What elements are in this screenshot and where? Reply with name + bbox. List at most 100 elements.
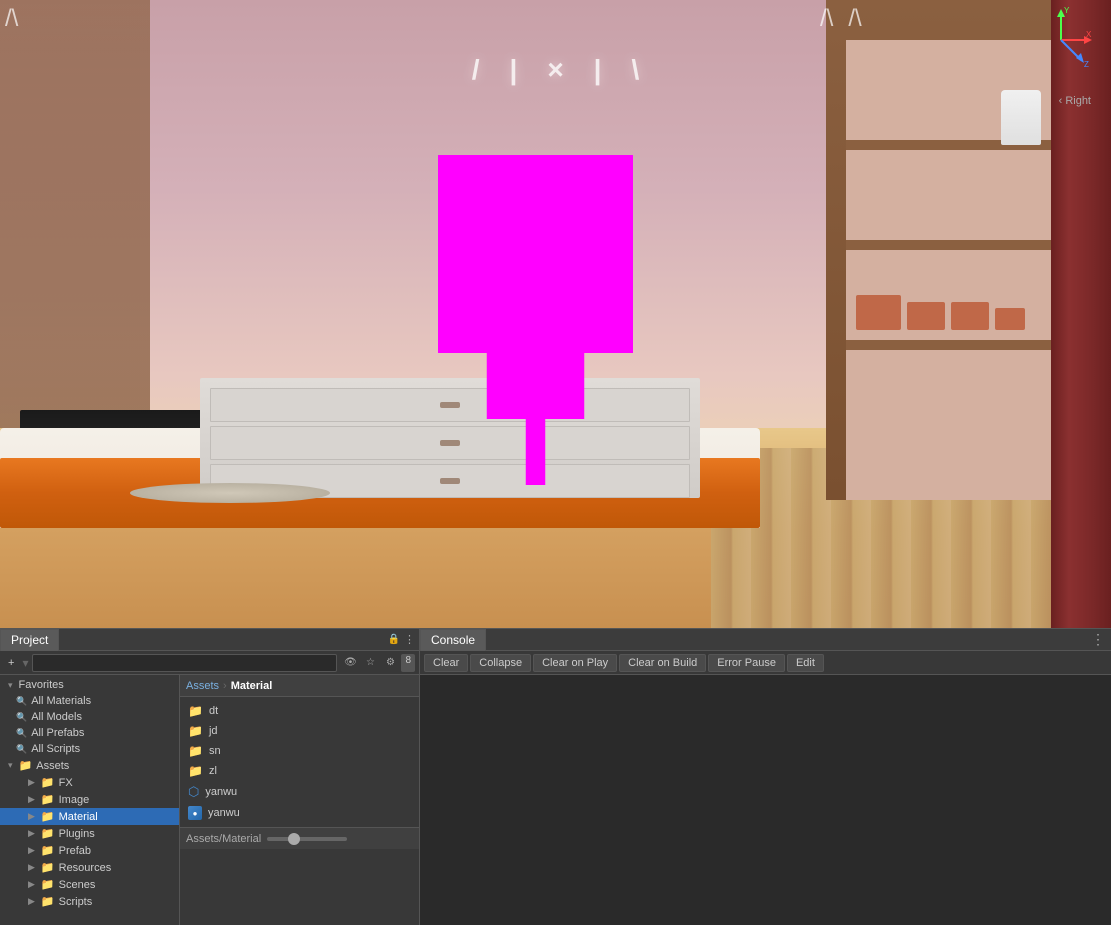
toolbar-icons: 👁 ☆ ⚙ 8 xyxy=(341,654,415,672)
resources-arrow: ▶ xyxy=(28,862,35,873)
files-footer: Assets/Material xyxy=(180,827,419,849)
light-sym-topleft: /\ xyxy=(5,5,18,33)
tree-plugins[interactable]: ▶ 📁 Plugins xyxy=(0,825,179,842)
favorites-arrow: ▾ xyxy=(8,680,13,691)
scene-viewport[interactable]: / | × | \ /\ /\ /\ Y X xyxy=(0,0,1111,628)
plugins-arrow: ▶ xyxy=(28,828,35,839)
assets-folder-icon: 📁 xyxy=(19,759,33,772)
assets-label: Assets xyxy=(36,760,69,772)
tree-material[interactable]: ▶ 📁 Material xyxy=(0,808,179,825)
tray xyxy=(130,383,330,503)
all-materials-label: All Materials xyxy=(31,695,91,707)
all-prefabs-label: All Prefabs xyxy=(31,727,84,739)
tab-console[interactable]: Console xyxy=(420,629,486,651)
assets-arrow: ▾ xyxy=(8,760,13,771)
prefab-label: Prefab xyxy=(59,845,91,857)
editor-button[interactable]: Edit xyxy=(787,654,824,672)
image-label: Image xyxy=(59,794,90,806)
tree-prefab[interactable]: ▶ 📁 Prefab xyxy=(0,842,179,859)
console-menu-button[interactable]: ⋮ xyxy=(1085,631,1111,648)
tree-all-prefabs[interactable]: 🔍 All Prefabs xyxy=(0,725,179,741)
file-name-jd: jd xyxy=(209,725,218,737)
unity-icon-yanwu: ⬡ xyxy=(188,784,199,800)
tray-base xyxy=(130,483,330,503)
light-sym-2: | xyxy=(509,54,517,86)
breadcrumb: Assets › Material xyxy=(180,675,419,697)
all-scripts-label: All Scripts xyxy=(31,743,80,755)
svg-text:Z: Z xyxy=(1084,60,1089,69)
scripts-arrow: ▶ xyxy=(28,896,35,907)
search-input[interactable] xyxy=(32,654,337,672)
breadcrumb-root[interactable]: Assets xyxy=(186,680,219,692)
folder-icon-dt: 📁 xyxy=(188,704,203,718)
material-icon-yanwu: ● xyxy=(188,806,202,820)
filter-icon-btn[interactable]: 👁 xyxy=(341,654,359,672)
image-arrow: ▶ xyxy=(28,794,35,805)
svg-text:Y: Y xyxy=(1064,6,1070,15)
tree-fx[interactable]: ▶ 📁 FX xyxy=(0,774,179,791)
light-sym-3: × xyxy=(547,54,563,86)
tree-assets-header[interactable]: ▾ 📁 Assets xyxy=(0,757,179,774)
error-pause-button[interactable]: Error Pause xyxy=(708,654,785,672)
file-item-yanwu-unity[interactable]: ⬡ yanwu xyxy=(180,781,419,803)
tree-panel: ▾ Favorites 🔍 All Materials 🔍 All Models… xyxy=(0,675,180,925)
star-icon-btn[interactable]: ☆ xyxy=(361,654,379,672)
scene-background: / | × | \ /\ /\ /\ Y X xyxy=(0,0,1111,628)
slider-control[interactable] xyxy=(267,837,413,841)
file-item-sn[interactable]: 📁 sn xyxy=(180,741,419,761)
material-folder-icon: 📁 xyxy=(41,810,55,823)
console-content xyxy=(420,675,1111,925)
light-sym-5: \ xyxy=(632,54,640,86)
shelf-box-1 xyxy=(856,295,901,330)
collapse-button[interactable]: Collapse xyxy=(470,654,531,672)
scenes-label: Scenes xyxy=(59,879,96,891)
file-name-sn: sn xyxy=(209,745,221,757)
tree-scripts[interactable]: ▶ 📁 Scripts xyxy=(0,893,179,910)
material-arrow: ▶ xyxy=(28,811,35,822)
tree-resources[interactable]: ▶ 📁 Resources xyxy=(0,859,179,876)
file-name-zl: zl xyxy=(209,765,217,777)
tab-project[interactable]: Project xyxy=(0,629,59,651)
project-tab-bar: Project 🔒 ⋮ xyxy=(0,629,419,651)
zoom-slider[interactable] xyxy=(267,837,347,841)
footer-path: Assets/Material xyxy=(186,833,261,845)
clear-button[interactable]: Clear xyxy=(424,654,468,672)
resources-folder-icon: 📁 xyxy=(41,861,55,874)
breadcrumb-current: Material xyxy=(231,680,273,692)
light-sym-4: | xyxy=(594,54,602,86)
file-item-yanwu-mat[interactable]: ● yanwu xyxy=(180,803,419,823)
light-symbols-center: / | × | \ xyxy=(0,10,1111,130)
shelf-box-3 xyxy=(951,302,989,330)
tree-favorites-header[interactable]: ▾ Favorites xyxy=(0,677,179,693)
add-button[interactable]: + xyxy=(4,655,18,671)
panel-options-icon[interactable]: ⋮ xyxy=(404,633,415,646)
file-name-dt: dt xyxy=(209,705,218,717)
folder-icon-zl: 📁 xyxy=(188,764,203,778)
settings-icon-btn[interactable]: ⚙ xyxy=(381,654,399,672)
tree-all-materials[interactable]: 🔍 All Materials xyxy=(0,693,179,709)
shelf-boxes xyxy=(856,260,1081,330)
light-sym-topright: /\ /\ xyxy=(820,5,862,33)
file-item-zl[interactable]: 📁 zl xyxy=(180,761,419,781)
tree-all-scripts[interactable]: 🔍 All Scripts xyxy=(0,741,179,757)
search-icon-4: 🔍 xyxy=(16,744,27,755)
clear-on-build-button[interactable]: Clear on Build xyxy=(619,654,706,672)
tree-image[interactable]: ▶ 📁 Image xyxy=(0,791,179,808)
search-icon-2: 🔍 xyxy=(16,712,27,723)
file-item-jd[interactable]: 📁 jd xyxy=(180,721,419,741)
scripts-label: Scripts xyxy=(59,896,93,908)
badge-count: 8 xyxy=(401,654,415,672)
clear-on-play-button[interactable]: Clear on Play xyxy=(533,654,617,672)
tree-scenes[interactable]: ▶ 📁 Scenes xyxy=(0,876,179,893)
plugins-folder-icon: 📁 xyxy=(41,827,55,840)
file-list: 📁 dt 📁 jd 📁 sn 📁 zl xyxy=(180,697,419,827)
favorites-label: Favorites xyxy=(19,679,64,691)
file-item-dt[interactable]: 📁 dt xyxy=(180,701,419,721)
all-models-label: All Models xyxy=(31,711,82,723)
project-content: ▾ Favorites 🔍 All Materials 🔍 All Models… xyxy=(0,675,419,925)
project-panel: Project 🔒 ⋮ + ▾ 👁 ☆ ⚙ 8 ▾ xyxy=(0,629,420,925)
tree-all-models[interactable]: 🔍 All Models xyxy=(0,709,179,725)
console-panel: Console ⋮ Clear Collapse Clear on Play C… xyxy=(420,629,1111,925)
folder-icon-jd: 📁 xyxy=(188,724,203,738)
axis-gizmo: Y X Z xyxy=(1026,5,1106,85)
